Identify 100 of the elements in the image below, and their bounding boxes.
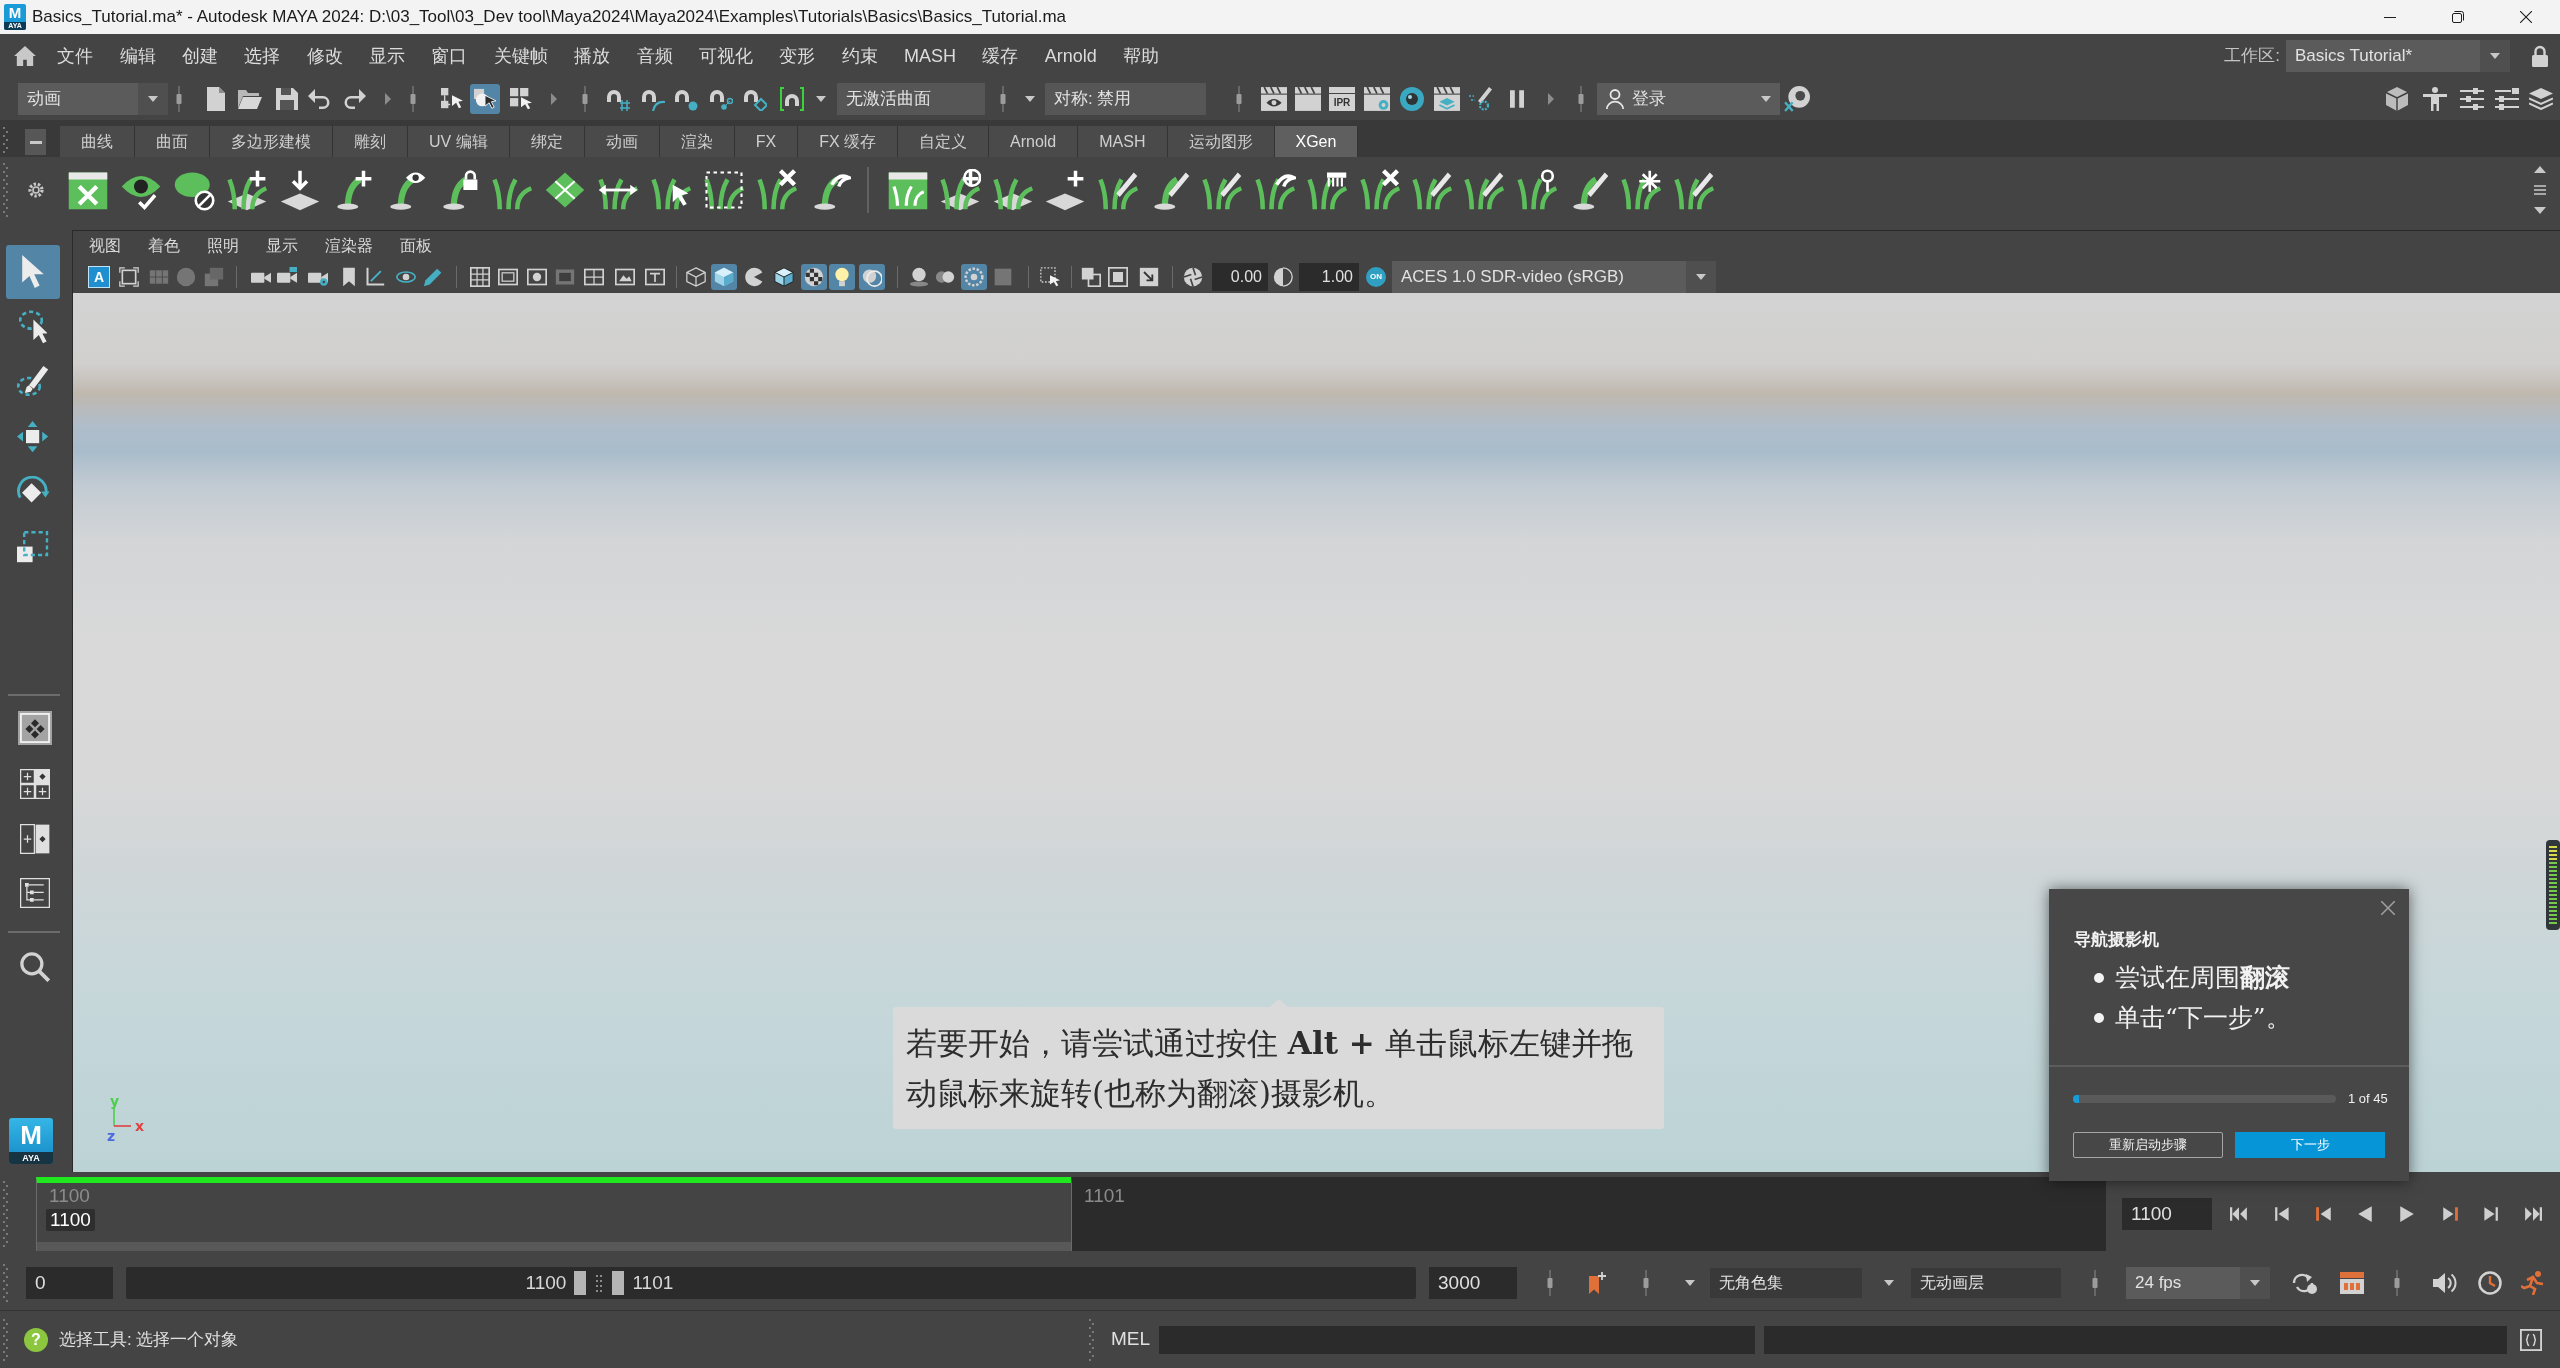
next-key-icon[interactable]: [2441, 1205, 2459, 1223]
caret-icon[interactable]: [1685, 1280, 1695, 1286]
file-icon[interactable]: [206, 87, 226, 111]
go-to-start-icon[interactable]: [2230, 1205, 2248, 1223]
clock-icon[interactable]: [2478, 1271, 2502, 1295]
menu-item[interactable]: 约束: [828, 41, 891, 71]
menu-item[interactable]: Arnold: [1031, 41, 1111, 71]
grip-icon[interactable]: [1089, 1318, 1094, 1361]
clapboard-layers-icon[interactable]: [1434, 87, 1460, 111]
folder-icon[interactable]: [238, 89, 262, 109]
step-back-icon[interactable]: [2274, 1205, 2292, 1223]
anim-layer-field[interactable]: 无动画层: [1911, 1268, 2061, 1298]
step-forward-icon[interactable]: [2481, 1205, 2499, 1223]
grass-badge-icon[interactable]: [939, 168, 982, 211]
time-slider[interactable]: 1100 1100 1101: [36, 1177, 2106, 1251]
light-bulb-icon[interactable]: [829, 264, 855, 290]
close-icon[interactable]: [2381, 901, 2395, 915]
panel-menu-item[interactable]: 照明: [193, 234, 252, 258]
grass-plus-icon[interactable]: [226, 168, 268, 211]
layers-icon[interactable]: [2529, 88, 2553, 110]
view-transform-dropdown[interactable]: ACES 1.0 SDR-video (sRGB): [1392, 261, 1716, 293]
figure-icon[interactable]: [2423, 87, 2447, 111]
clapboard-eye-icon[interactable]: [1261, 87, 1287, 111]
shelf-tab[interactable]: XGen: [1274, 126, 1359, 157]
meter-tab-icon[interactable]: [2546, 840, 2560, 930]
result-field[interactable]: [1764, 1325, 2507, 1354]
brush-gear-icon[interactable]: [1469, 87, 1493, 111]
shadow-circles-icon[interactable]: [859, 264, 885, 290]
speaker-icon[interactable]: [2433, 1272, 2457, 1294]
caret-icon[interactable]: [1884, 1280, 1894, 1286]
point-magnet-icon[interactable]: [674, 87, 698, 111]
loop-icon[interactable]: [2291, 1272, 2317, 1294]
letter-toggle-button[interactable]: A: [88, 266, 110, 288]
curve-magnet-icon[interactable]: [641, 87, 665, 111]
workspace-dropdown[interactable]: Basics Tutorial*: [2286, 40, 2510, 72]
menu-set-dropdown[interactable]: 动画: [18, 83, 168, 115]
shelf-tab[interactable]: 运动图形: [1167, 126, 1275, 157]
tile-arrow-icon[interactable]: [279, 168, 321, 211]
shelf-tab[interactable]: UV 编辑: [408, 126, 510, 157]
login-dropdown[interactable]: 登录: [1597, 83, 1780, 115]
panel-menu-item[interactable]: 显示: [252, 234, 311, 258]
menu-item[interactable]: 变形: [766, 41, 829, 71]
home-icon[interactable]: [14, 46, 36, 66]
shelf-tab[interactable]: 绑定: [509, 126, 585, 157]
shelf-tab[interactable]: 雕刻: [333, 126, 408, 157]
outliner-icon[interactable]: [18, 876, 52, 910]
panel-menu-item[interactable]: 面板: [386, 234, 445, 258]
grip-icon[interactable]: [3, 162, 8, 217]
menu-item[interactable]: MASH: [890, 41, 970, 71]
ring-sphere-icon[interactable]: [1400, 87, 1424, 111]
save-icon[interactable]: [276, 88, 298, 110]
clapboard-icon[interactable]: [2340, 1272, 2364, 1294]
list-sliders-icon[interactable]: [2495, 88, 2519, 110]
symmetry-dropdown[interactable]: 对称: 禁用: [1045, 83, 1206, 115]
two-pane-icon[interactable]: [18, 822, 52, 856]
expand-arrow-icon[interactable]: [551, 93, 557, 105]
runner-icon[interactable]: [2521, 1271, 2545, 1295]
menu-item[interactable]: 选择: [231, 41, 294, 71]
center-magnet-icon[interactable]: [709, 87, 733, 111]
shelf-tab[interactable]: 自定义: [898, 126, 989, 157]
expand-arrow-icon[interactable]: [385, 93, 391, 105]
caret-icon[interactable]: [816, 96, 826, 102]
panel-menu-item[interactable]: 着色: [134, 234, 193, 258]
grass-cross-icon[interactable]: [1358, 168, 1401, 211]
live-surface-field[interactable]: 无激活曲面: [837, 83, 985, 115]
dotted-ring-icon[interactable]: [961, 264, 987, 290]
shelf-tab[interactable]: Arnold: [989, 126, 1079, 157]
previous-key-icon[interactable]: [2315, 1205, 2333, 1223]
lock-icon[interactable]: [2532, 45, 2548, 67]
play-backward-icon[interactable]: [2356, 1205, 2374, 1223]
shelf-tab[interactable]: 动画: [584, 126, 660, 157]
plane-magnet-icon[interactable]: [743, 87, 767, 111]
wireframe-cube-icon[interactable]: [683, 264, 709, 290]
gamma-field[interactable]: 1.00: [1299, 263, 1359, 291]
wire-shaded-cube-icon[interactable]: [771, 264, 797, 290]
exposure-field[interactable]: 0.00: [1212, 263, 1268, 291]
clapboard-gear-icon[interactable]: [1364, 87, 1390, 111]
menu-item[interactable]: 编辑: [106, 41, 169, 71]
menu-item[interactable]: 缓存: [969, 41, 1032, 71]
script-editor-icon[interactable]: [2520, 1328, 2542, 1351]
fps-dropdown[interactable]: 24 fps: [2126, 1267, 2270, 1299]
expand-arrow-icon[interactable]: [1548, 93, 1554, 105]
current-frame-field[interactable]: 1100: [2122, 1198, 2212, 1230]
shelf-tab[interactable]: FX 缓存: [798, 126, 898, 157]
minus-icon[interactable]: [25, 129, 46, 155]
grass-pin-icon[interactable]: [1515, 168, 1558, 211]
search-icon[interactable]: [20, 952, 50, 982]
menu-item[interactable]: 创建: [168, 41, 232, 71]
clapboard-icon[interactable]: [1295, 87, 1321, 111]
gear-icon[interactable]: [28, 181, 44, 198]
shaded-cube-icon[interactable]: [711, 264, 737, 290]
panel-menu-item[interactable]: 视图: [75, 234, 134, 258]
grass-snowflake-icon[interactable]: [1620, 168, 1663, 211]
menu-item[interactable]: 窗口: [418, 41, 481, 71]
menu-item[interactable]: 显示: [355, 41, 419, 71]
shelf-tab[interactable]: 渲染: [659, 126, 735, 157]
sphere-cross-icon[interactable]: [1784, 86, 1810, 112]
range-slider[interactable]: 1100 1101: [126, 1267, 1416, 1299]
frame-corners-icon[interactable]: [116, 264, 142, 290]
grip-icon[interactable]: [3, 1181, 8, 1247]
